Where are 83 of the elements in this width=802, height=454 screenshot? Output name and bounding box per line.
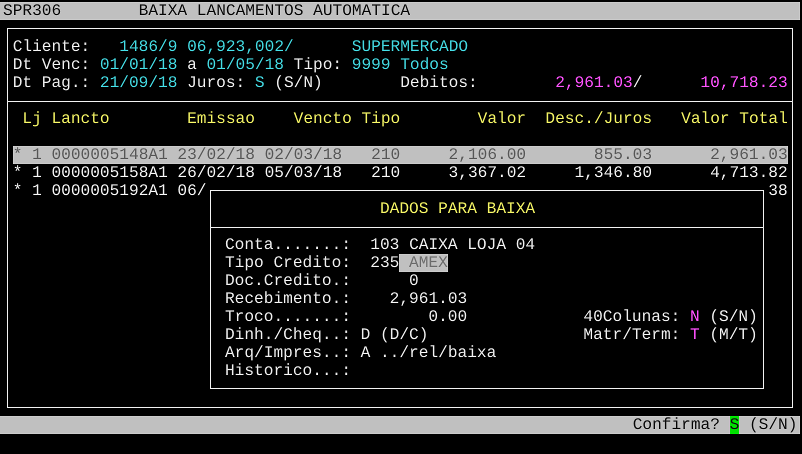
field-label: Tipo Credito: <box>224 254 352 272</box>
field-hint: (S/N) <box>274 74 323 92</box>
table-cell: 05/03/18 <box>264 164 342 182</box>
field-label: Recebimento.: <box>224 290 352 308</box>
dialog-title: DADOS PARA BAIXA <box>380 200 536 218</box>
column-header: Valor <box>478 110 526 128</box>
field-label: Historico...: <box>224 362 352 380</box>
table-row[interactable]: * 1 0000005158A1 26/02/18 05/03/18 210 3,367.02 1,346.80 4,713.82 <box>12 164 788 182</box>
field-value: 2,961.03 <box>390 290 468 308</box>
field-label: Debitos: <box>400 74 478 92</box>
field-value: T <box>690 326 700 344</box>
field-label: Dt Venc: <box>12 56 90 74</box>
field-label: 40Colunas: <box>583 308 680 326</box>
field-value: 9999 <box>352 56 391 74</box>
separator-text: / <box>632 74 642 92</box>
table-cell: 2,961.03 <box>710 146 788 164</box>
field-value: 2,961.03 <box>555 74 633 92</box>
field-label: Matr/Term: <box>583 326 680 344</box>
field-value: 1486/9 <box>119 38 178 56</box>
table-cell: 02/03/18 <box>264 146 342 164</box>
field-label: Conta.......: <box>224 236 352 254</box>
table-cell: 0000005158A1 <box>51 164 168 182</box>
table-cell: 26/02/18 <box>177 164 255 182</box>
field-value: 103 CAIXA LOJA 04 <box>370 236 536 254</box>
table-cell: 06/ <box>177 182 206 200</box>
field-value: SUPERMERCADO <box>352 38 468 56</box>
column-header: Lancto <box>51 110 110 128</box>
table-cell: 855.03 <box>594 146 652 164</box>
table-cell: 4,713.82 <box>710 164 788 182</box>
field-value: Todos <box>400 56 449 74</box>
field-value: D <box>360 326 370 344</box>
answer-field[interactable]: S <box>730 416 740 434</box>
field-value: 01/01/18 <box>100 56 178 74</box>
column-header: Vencto <box>294 110 352 128</box>
table-cell: 1 <box>32 182 42 200</box>
field-label: Dinh./Cheq..: <box>224 326 352 344</box>
field-value: N <box>690 308 700 326</box>
field-label: Arq/Impres..: <box>224 344 352 362</box>
table-cell: 0000005148A1 <box>51 146 168 164</box>
table-cell: 210 <box>371 164 400 182</box>
prompt-text: Confirma? <box>632 416 720 434</box>
field-label: Dt Pag.: <box>12 74 90 92</box>
field-hint: (S/N) <box>748 416 798 434</box>
row-marker: * <box>12 182 22 200</box>
field-value: 21/09/18 <box>100 74 178 92</box>
field-label: Doc.Credito.: <box>224 272 352 290</box>
field-value: 0.00 <box>428 308 468 326</box>
table-row[interactable]: * 1 0000005148A1 23/02/18 02/03/18 210 2,106.00 855.03 2,961.03 <box>12 146 788 164</box>
program-code: SPR306 <box>3 2 62 20</box>
field-value: A <box>360 344 370 362</box>
field-hint: (M/T) <box>709 326 758 344</box>
column-header: Desc./Juros <box>545 110 652 128</box>
field-hint: ../rel/baixa <box>380 344 496 362</box>
column-header: Valor Total <box>681 110 788 128</box>
field-value: 01/05/18 <box>206 56 284 74</box>
field-label: Juros: <box>187 74 246 92</box>
field-label: Tipo: <box>294 56 342 74</box>
table-cell: 0000005192A1 <box>51 182 168 200</box>
table-cell: 2,106.00 <box>448 146 526 164</box>
table-cell: 1 <box>32 146 42 164</box>
field-value: S <box>254 74 265 92</box>
column-header: Tipo <box>361 110 400 128</box>
field-hint: (S/N) <box>709 308 758 326</box>
table-cell: 210 <box>371 146 400 164</box>
field-label: Troco.......: <box>224 308 352 326</box>
field-value: 06,923,002/ <box>187 38 294 56</box>
table-cell: 23/02/18 <box>177 146 255 164</box>
column-header: Emissao <box>187 110 255 128</box>
column-header: Lj <box>22 110 42 128</box>
row-marker: * <box>12 146 22 164</box>
lookup-value: AMEX <box>399 254 448 272</box>
field-value: 235 <box>370 254 400 272</box>
table-cell: 1 <box>32 164 42 182</box>
field-value: 10,718.23 <box>700 74 788 92</box>
table-cell: 38 <box>768 182 788 200</box>
screen-title: BAIXA LANCAMENTOS AUTOMATICA <box>138 2 410 20</box>
field-label: Cliente: <box>12 38 90 56</box>
table-cell: 3,367.02 <box>448 164 526 182</box>
table-cell: 1,346.80 <box>574 164 652 182</box>
row-marker: * <box>12 164 22 182</box>
field-value: 0 <box>409 272 419 290</box>
field-hint: (D/C) <box>380 326 428 344</box>
field-label: a <box>187 56 197 74</box>
